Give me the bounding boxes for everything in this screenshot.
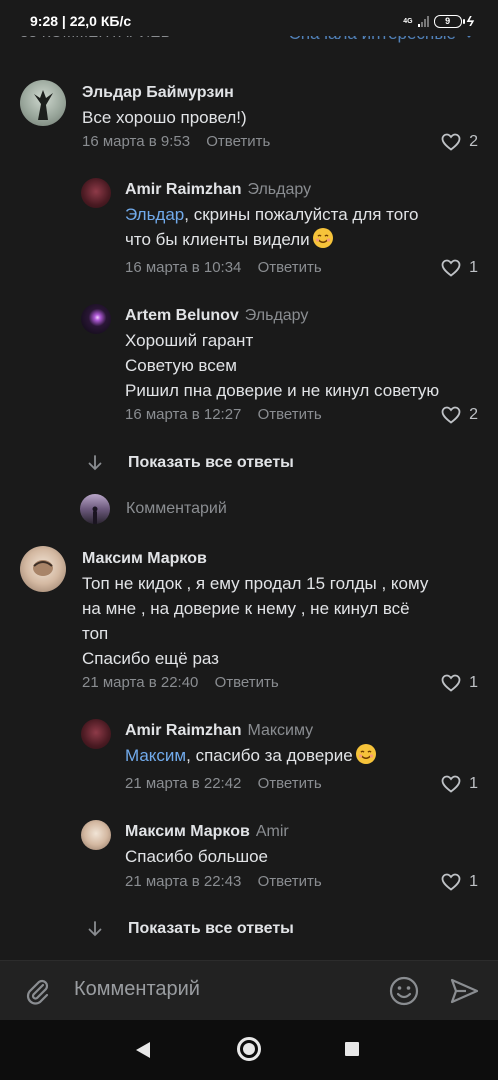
recent-apps-icon[interactable] bbox=[345, 1042, 359, 1056]
heart-icon bbox=[441, 674, 461, 692]
comment-text: Все хорошо провел!) bbox=[82, 108, 247, 127]
heart-icon bbox=[441, 406, 461, 424]
like-count: 1 bbox=[469, 674, 478, 691]
clip-icon[interactable] bbox=[22, 976, 52, 1006]
avatar[interactable] bbox=[81, 178, 111, 208]
like-button[interactable]: 1 bbox=[441, 674, 478, 692]
reply-to[interactable]: Эльдару bbox=[245, 307, 309, 324]
signal-icon bbox=[417, 15, 429, 27]
show-all-replies-button[interactable]: Показать все ответы bbox=[86, 920, 294, 938]
comment-date: 16 марта в 9:53 bbox=[82, 133, 191, 150]
avatar[interactable] bbox=[20, 546, 66, 592]
reply-button[interactable]: Ответить bbox=[258, 406, 322, 423]
reply-to[interactable]: Amir bbox=[256, 823, 289, 840]
reply-button[interactable]: Ответить bbox=[258, 873, 322, 890]
smile-icon[interactable] bbox=[388, 975, 420, 1007]
battery-icon: 9 bbox=[433, 14, 465, 28]
reply-button[interactable]: Ответить bbox=[215, 674, 279, 691]
status-bar: 9:28 | 22,0 КБ/с 4G 9 ϟ bbox=[0, 0, 498, 36]
comment-date: 16 марта в 12:27 bbox=[125, 406, 242, 423]
smile-emoji-icon bbox=[355, 744, 376, 764]
comment-author-line: Максим Марков bbox=[82, 550, 207, 568]
comment-date: 16 марта в 10:34 bbox=[125, 259, 242, 276]
comment-text: Эльдар, скрины пожалуйста для того что б… bbox=[125, 205, 419, 249]
like-count: 1 bbox=[469, 873, 478, 890]
comment-meta: 16 марта в 12:27 Ответить bbox=[125, 406, 322, 423]
author-name[interactable]: Максим Марков bbox=[125, 823, 250, 840]
comment-author-line: Amir Raimzhan Максиму bbox=[125, 722, 313, 740]
author-name[interactable]: Amir Raimzhan bbox=[125, 181, 241, 198]
author-name[interactable]: Amir Raimzhan bbox=[125, 722, 241, 739]
comment-meta: 21 марта в 22:43 Ответить bbox=[125, 873, 322, 890]
comment-author-line: Artem Belunov Эльдару bbox=[125, 307, 308, 325]
back-icon[interactable] bbox=[135, 1041, 151, 1059]
heart-icon bbox=[441, 259, 461, 277]
author-name[interactable]: Эльдар Баймурзин bbox=[82, 84, 234, 101]
comment-composer: Комментарий bbox=[0, 960, 498, 1020]
like-button[interactable]: 2 bbox=[441, 133, 478, 151]
comment-author-line: Amir Raimzhan Эльдару bbox=[125, 181, 311, 199]
my-avatar bbox=[80, 494, 110, 524]
like-count: 1 bbox=[469, 259, 478, 276]
heart-icon bbox=[441, 873, 461, 891]
comment-date: 21 марта в 22:42 bbox=[125, 775, 242, 792]
comment-text: Топ не кидок , я ему продал 15 голды , к… bbox=[82, 574, 429, 668]
home-icon[interactable] bbox=[237, 1037, 261, 1061]
inline-reply-placeholder: Комментарий bbox=[126, 500, 227, 517]
avatar[interactable] bbox=[81, 820, 111, 850]
battery-level: 9 bbox=[445, 16, 451, 26]
comment-meta: 16 марта в 9:53 Ответить bbox=[82, 133, 270, 150]
like-button[interactable]: 1 bbox=[441, 775, 478, 793]
mention-link[interactable]: Максим bbox=[125, 746, 186, 765]
smile-emoji-icon bbox=[312, 228, 333, 248]
heart-icon bbox=[441, 133, 461, 151]
comment-author-line: Эльдар Баймурзин bbox=[82, 84, 234, 102]
reply-button[interactable]: Ответить bbox=[206, 133, 270, 150]
comment-author-line: Максим Марков Amir bbox=[125, 823, 289, 841]
show-all-replies-button[interactable]: Показать все ответы bbox=[86, 454, 294, 472]
mention-link[interactable]: Эльдар bbox=[125, 205, 184, 224]
author-name[interactable]: Максим Марков bbox=[82, 550, 207, 567]
like-count: 2 bbox=[469, 133, 478, 150]
network-type: 4G bbox=[403, 17, 413, 25]
avatar[interactable] bbox=[20, 80, 66, 126]
like-button[interactable]: 1 bbox=[441, 873, 478, 891]
comment-date: 21 марта в 22:40 bbox=[82, 674, 199, 691]
like-count: 1 bbox=[469, 775, 478, 792]
reply-button[interactable]: Ответить bbox=[258, 259, 322, 276]
comment-text: Спасибо большое bbox=[125, 847, 268, 866]
like-count: 2 bbox=[469, 406, 478, 423]
inline-reply-field[interactable]: Комментарий bbox=[80, 494, 227, 524]
send-icon[interactable] bbox=[448, 975, 480, 1007]
comment-meta: 21 марта в 22:40 Ответить bbox=[82, 674, 279, 691]
heart-icon bbox=[441, 775, 461, 793]
comment-text: Максим, спасибо за доверие bbox=[125, 743, 377, 768]
avatar[interactable] bbox=[81, 304, 111, 334]
comment-text: Хороший гарант Советую всем Ришил пна до… bbox=[125, 331, 440, 400]
charging-icon: ϟ bbox=[466, 13, 474, 29]
arrow-down-icon bbox=[88, 455, 102, 471]
like-button[interactable]: 1 bbox=[441, 259, 478, 277]
author-name[interactable]: Artem Belunov bbox=[125, 307, 239, 324]
like-button[interactable]: 2 bbox=[441, 406, 478, 424]
reply-button[interactable]: Ответить bbox=[258, 775, 322, 792]
avatar[interactable] bbox=[81, 719, 111, 749]
comment-meta: 16 марта в 10:34 Ответить bbox=[125, 259, 322, 276]
arrow-down-icon bbox=[88, 921, 102, 937]
comment-input[interactable]: Комментарий bbox=[74, 978, 200, 1001]
comment-meta: 21 марта в 22:42 Ответить bbox=[125, 775, 322, 792]
status-time: 9:28 | 22,0 КБ/с bbox=[30, 13, 132, 29]
reply-to[interactable]: Максиму bbox=[247, 722, 313, 739]
system-nav-bar bbox=[0, 1020, 498, 1080]
show-all-replies-label: Показать все ответы bbox=[128, 920, 294, 937]
comment-date: 21 марта в 22:43 bbox=[125, 873, 242, 890]
show-all-replies-label: Показать все ответы bbox=[128, 454, 294, 471]
status-icons: 4G 9 ϟ bbox=[403, 12, 474, 30]
reply-to[interactable]: Эльдару bbox=[247, 181, 311, 198]
